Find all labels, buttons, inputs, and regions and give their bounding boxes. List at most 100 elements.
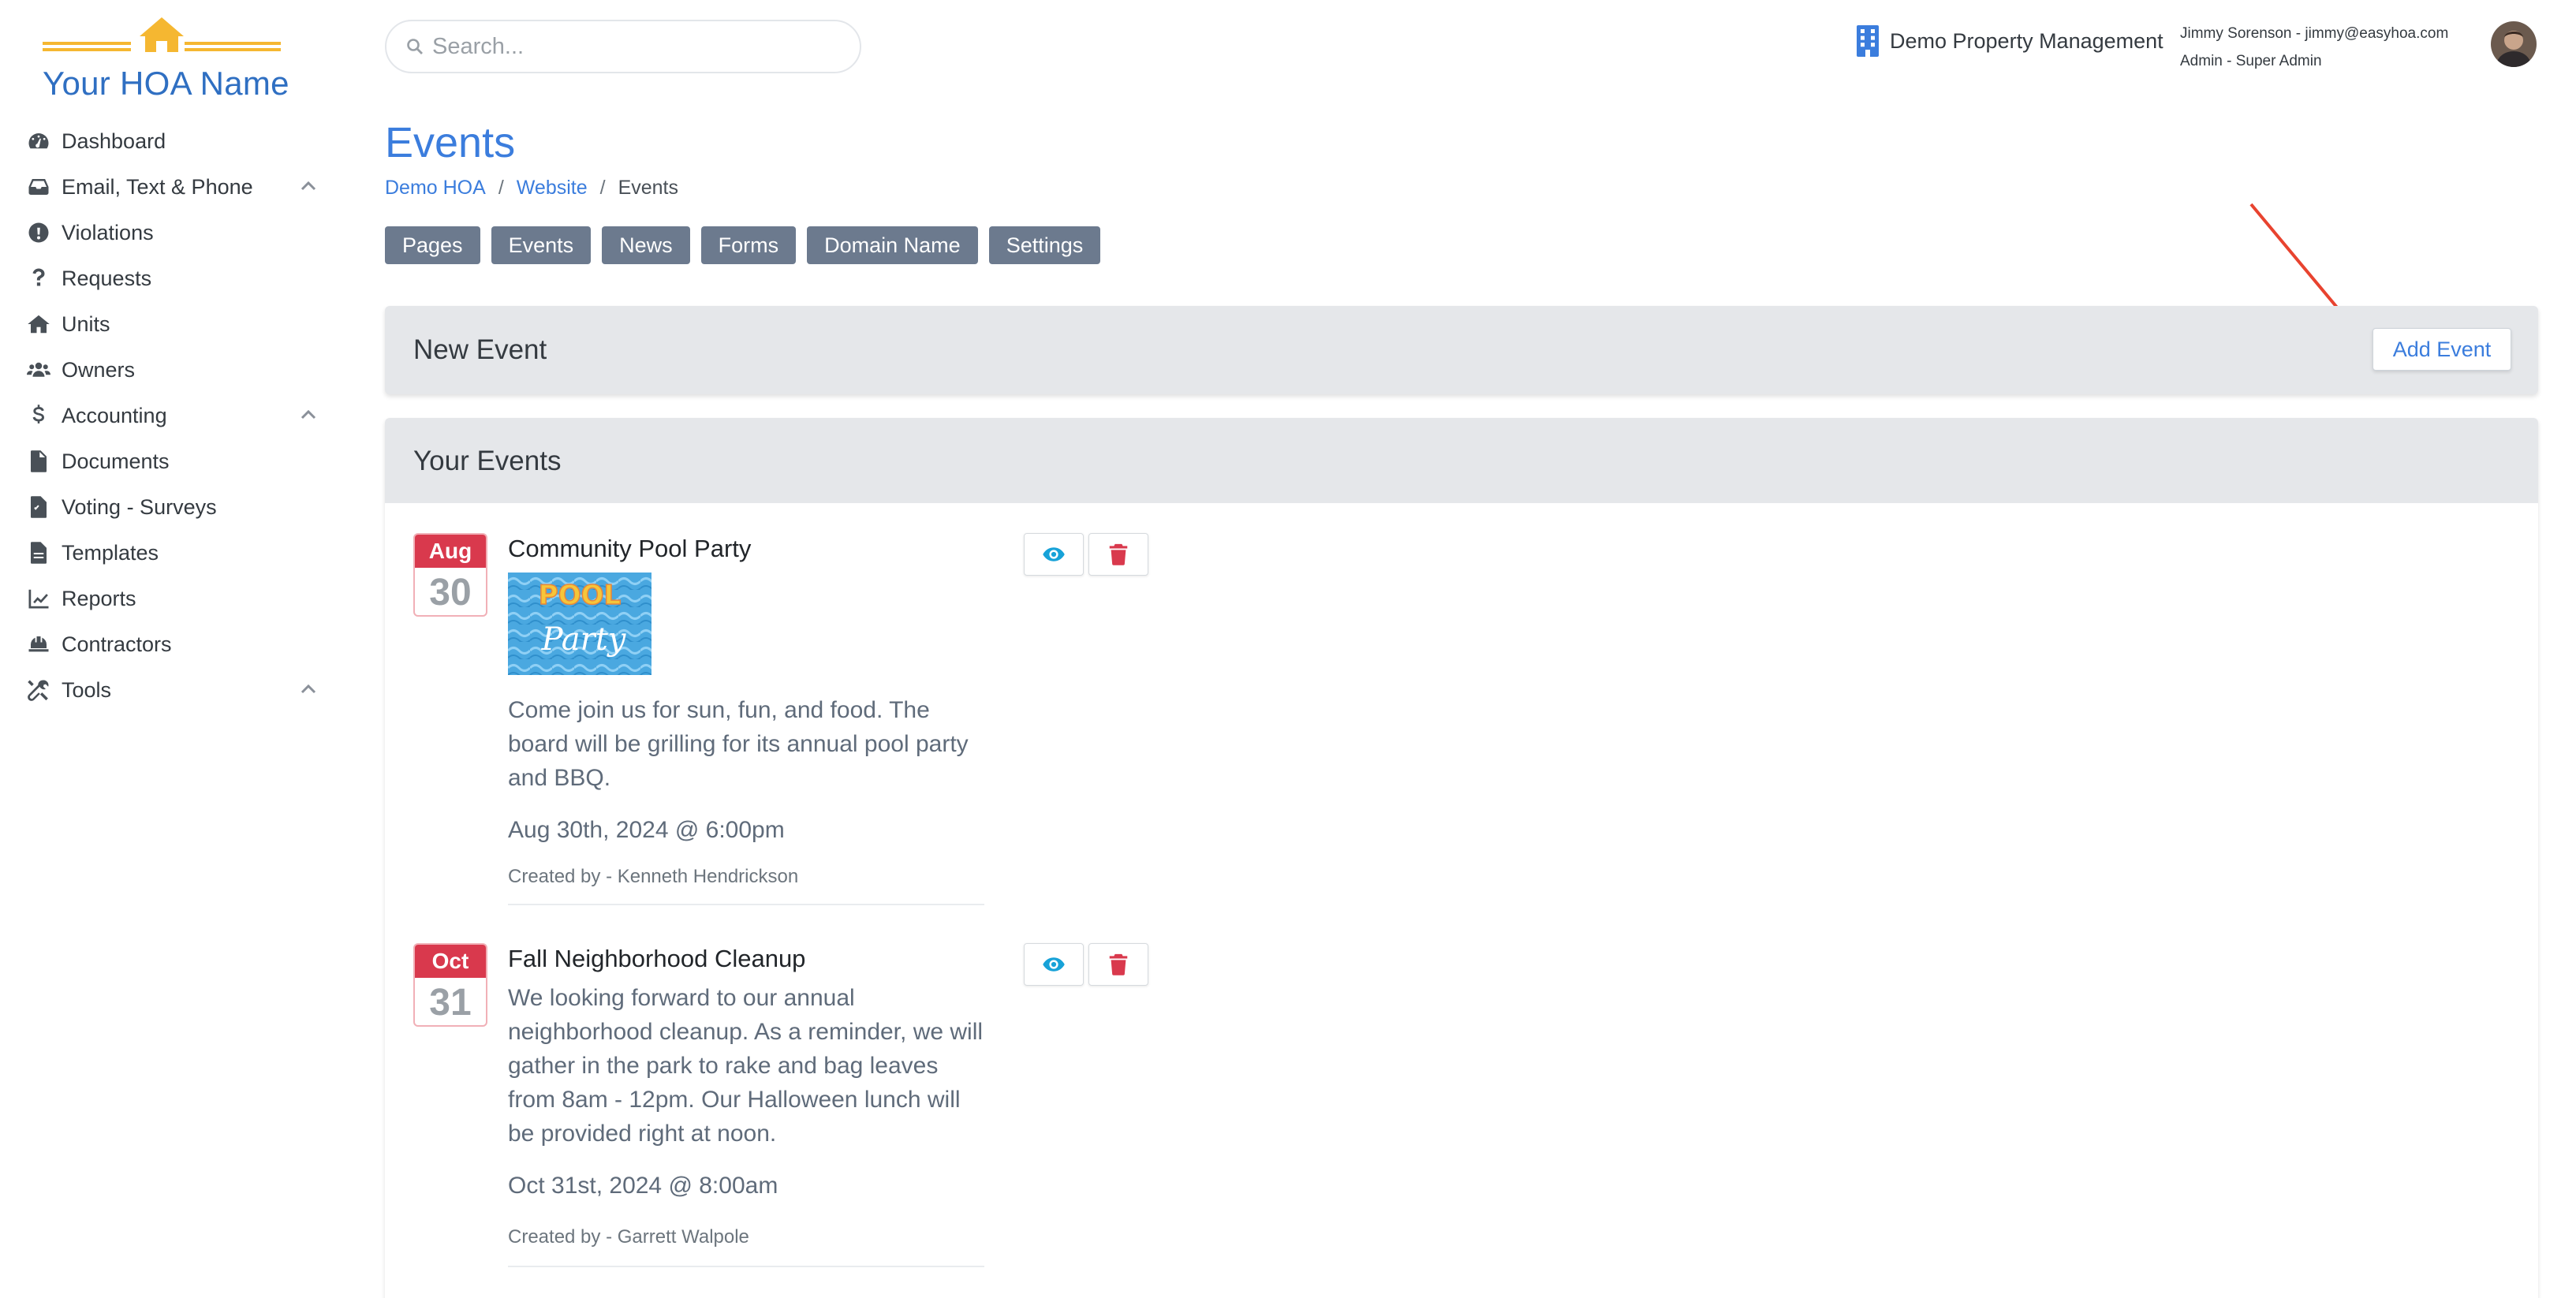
sidebar-item-contractors[interactable]: Contractors (25, 621, 325, 667)
home-icon (25, 311, 52, 338)
dashboard-icon (25, 128, 52, 155)
delete-event-button[interactable] (1088, 533, 1148, 576)
event-datetime: Oct 31st, 2024 @ 8:00am (508, 1173, 778, 1199)
sidebar-item-documents[interactable]: Documents (25, 438, 325, 484)
event-month: Aug (415, 535, 486, 568)
view-event-button[interactable] (1024, 533, 1084, 576)
event-divider (508, 904, 984, 905)
tab-pages[interactable]: Pages (385, 226, 480, 264)
page-title: Events (385, 119, 516, 166)
event-actions (1024, 533, 1153, 576)
document-icon (25, 448, 52, 475)
sidebar-nav: Dashboard Email, Text & Phone Violations… (25, 118, 325, 713)
search-input[interactable] (432, 33, 842, 60)
dollar-icon (25, 402, 52, 429)
event-title: Fall Neighborhood Cleanup (508, 945, 806, 972)
hoa-logo[interactable]: Your HOA Name (39, 16, 289, 102)
sidebar-item-violations[interactable]: Violations (25, 210, 325, 255)
sidebar-item-email-text-phone[interactable]: Email, Text & Phone (25, 164, 325, 210)
sidebar-item-templates[interactable]: Templates (25, 530, 325, 576)
event-created-by: Created by - Garrett Walpole (508, 1226, 749, 1248)
party-image-text: Party (541, 621, 627, 658)
alert-circle-icon (25, 219, 52, 246)
org-switcher[interactable]: Demo Property Management (1855, 24, 2163, 58)
template-icon (25, 539, 52, 566)
inbox-icon (25, 173, 52, 200)
chevron-up-icon[interactable] (300, 408, 317, 421)
sidebar-item-label: Reports (62, 586, 136, 610)
sidebar-item-label: Owners (62, 357, 136, 382)
sidebar-item-label: Dashboard (62, 129, 166, 153)
event-description: We looking forward to our annual neighbo… (508, 985, 984, 1147)
sidebar-item-label: Tools (62, 677, 112, 702)
breadcrumb: Demo HOA / Website / Events (385, 177, 678, 200)
sidebar-item-owners[interactable]: Owners (25, 347, 325, 393)
search-box[interactable] (385, 20, 861, 73)
sidebar-item-label: Units (62, 311, 110, 336)
tools-icon (25, 677, 52, 703)
view-event-button[interactable] (1024, 943, 1084, 986)
sidebar-item-requests[interactable]: Requests (25, 255, 325, 301)
event-month: Oct (415, 945, 486, 978)
sidebar: Your HOA Name Dashboard Email, Text & Ph… (0, 0, 347, 1298)
tab-events[interactable]: Events (491, 226, 592, 264)
event-body: Fall Neighborhood Cleanup We looking for… (508, 943, 984, 1267)
question-icon (25, 265, 52, 292)
event-date-badge: Aug 30 (413, 533, 487, 617)
event-actions (1024, 943, 1153, 986)
sidebar-item-label: Templates (62, 540, 159, 565)
new-event-card: New Event Add Event (385, 306, 2538, 394)
event-day: 30 (429, 571, 472, 614)
ballot-icon (25, 494, 52, 520)
breadcrumb-separator: / (498, 177, 504, 199)
tab-forms[interactable]: Forms (700, 226, 797, 264)
chevron-up-icon[interactable] (300, 683, 317, 696)
user-role: Admin - Super Admin (2180, 53, 2322, 69)
event-title: Community Pool Party (508, 535, 752, 562)
sidebar-item-units[interactable]: Units (25, 301, 325, 347)
event-body: Community Pool Party POOL Party Come joi… (508, 533, 984, 905)
avatar[interactable] (2491, 21, 2537, 67)
sidebar-item-reports[interactable]: Reports (25, 576, 325, 621)
event-date-badge: Oct 31 (413, 943, 487, 1027)
sidebar-item-label: Requests (62, 266, 152, 290)
sidebar-item-label: Accounting (62, 403, 167, 427)
sidebar-item-voting-surveys[interactable]: Voting - Surveys (25, 484, 325, 530)
eye-icon (1043, 547, 1065, 561)
add-event-button[interactable]: Add Event (2373, 328, 2511, 371)
user-name-email[interactable]: Jimmy Sorenson - jimmy@easyhoa.com (2180, 25, 2448, 43)
sidebar-item-tools[interactable]: Tools (25, 667, 325, 713)
chevron-up-icon[interactable] (300, 180, 317, 192)
your-events-card: Your Events Aug 30 Community Pool Party … (385, 418, 2538, 1298)
event-image: POOL Party (508, 573, 651, 675)
delete-event-button[interactable] (1088, 943, 1148, 986)
sidebar-item-label: Voting - Surveys (62, 494, 217, 519)
new-event-title: New Event (413, 334, 547, 365)
breadcrumb-current: Events (618, 177, 679, 199)
sidebar-item-label: Documents (62, 449, 170, 473)
house-logo-icon (43, 17, 281, 52)
tab-settings[interactable]: Settings (988, 226, 1101, 264)
sidebar-item-label: Contractors (62, 632, 172, 656)
your-events-header: Your Events (385, 418, 2538, 503)
hoa-name: Your HOA Name (43, 65, 289, 102)
sidebar-item-label: Email, Text & Phone (62, 174, 253, 199)
user-avatar-icon (2491, 21, 2537, 67)
sidebar-item-label: Violations (62, 220, 154, 244)
tab-news[interactable]: News (602, 226, 690, 264)
building-icon (1857, 25, 1879, 57)
your-events-title: Your Events (413, 446, 562, 476)
breadcrumb-link-website[interactable]: Website (517, 177, 588, 200)
trash-icon (1109, 953, 1128, 975)
org-name: Demo Property Management (1890, 28, 2163, 53)
trash-icon (1109, 543, 1128, 565)
breadcrumb-link-hoa[interactable]: Demo HOA (385, 177, 486, 200)
event-datetime: Aug 30th, 2024 @ 6:00pm (508, 817, 785, 843)
search-icon (407, 39, 423, 54)
breadcrumb-separator: / (599, 177, 606, 199)
event-divider (508, 1266, 984, 1267)
website-tabs: Pages Events News Forms Domain Name Sett… (385, 226, 1111, 264)
sidebar-item-accounting[interactable]: Accounting (25, 393, 325, 438)
sidebar-item-dashboard[interactable]: Dashboard (25, 118, 325, 164)
tab-domain-name[interactable]: Domain Name (807, 226, 978, 264)
